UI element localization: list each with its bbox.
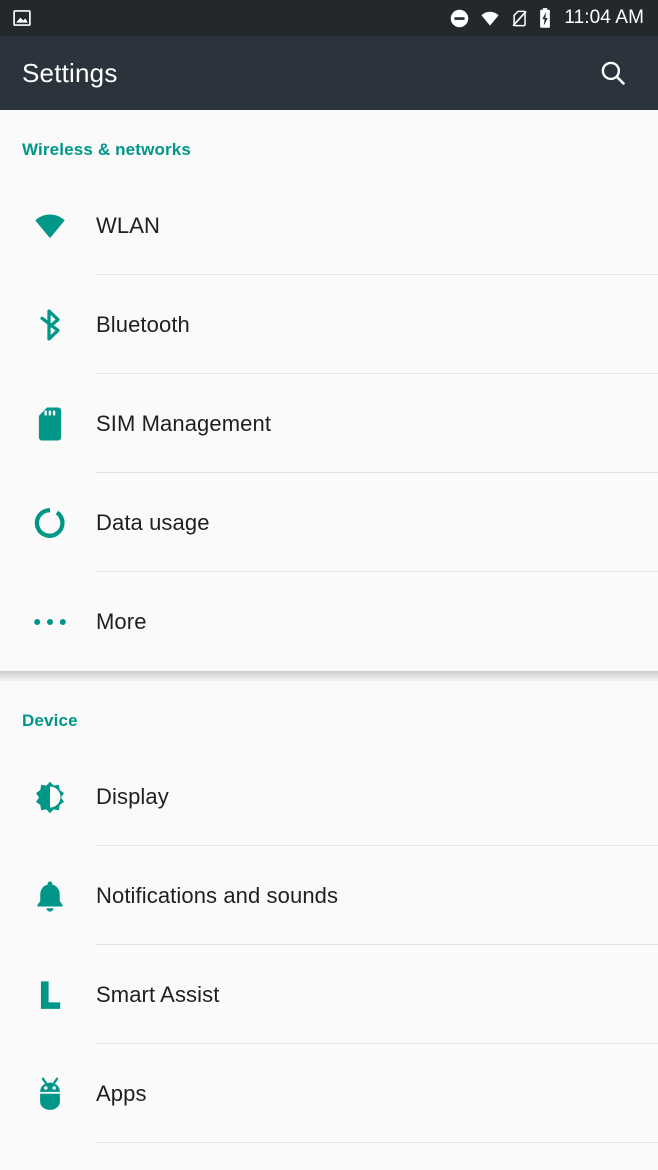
settings-item-notifications-and-sounds[interactable]: Notifications and sounds	[0, 846, 658, 945]
settings-item-bluetooth[interactable]: Bluetooth	[0, 275, 658, 374]
search-button[interactable]	[590, 50, 636, 96]
status-bar-clock: 11:04 AM	[564, 7, 644, 28]
settings-item-label: Data usage	[96, 509, 210, 535]
settings-item-label: Bluetooth	[96, 311, 190, 337]
group-separator	[0, 671, 658, 681]
settings-item-label: More	[96, 608, 147, 634]
settings-item-data-usage[interactable]: Data usage	[0, 473, 658, 572]
settings-list[interactable]: Wireless & networks WLAN Bluetooth SIM M…	[0, 110, 658, 1170]
settings-item-label: Apps	[96, 1080, 147, 1106]
do-not-disturb-icon	[449, 8, 470, 29]
smart-assist-icon	[0, 978, 96, 1012]
settings-item-display[interactable]: Display	[0, 747, 658, 846]
more-horizontal-icon	[0, 616, 96, 628]
settings-item-label: Display	[96, 783, 169, 809]
status-bar-notification-icons	[12, 8, 32, 28]
brightness-icon	[0, 779, 96, 815]
bluetooth-icon	[0, 307, 96, 343]
settings-item-label: Smart Assist	[96, 981, 220, 1007]
screenshot-image-icon	[12, 8, 32, 28]
settings-item-sim-management[interactable]: SIM Management	[0, 374, 658, 473]
settings-group-wireless-and-networks: Wireless & networks WLAN Bluetooth SIM M…	[0, 110, 658, 681]
battery-charging-icon	[538, 7, 552, 29]
status-bar-system-icons: 11:04 AM	[449, 7, 644, 29]
app-bar-actions	[590, 50, 636, 96]
settings-item-label: WLAN	[96, 212, 160, 238]
app-bar: Settings	[0, 36, 658, 110]
settings-group-device: Device Display Notifications and sounds …	[0, 681, 658, 1143]
wifi-icon	[479, 8, 501, 29]
sim-card-icon	[0, 406, 96, 442]
settings-screen: 11:04 AM Settings Wireless & networks WL…	[0, 0, 658, 1170]
settings-item-apps[interactable]: Apps	[0, 1044, 658, 1143]
settings-item-label: Notifications and sounds	[96, 882, 339, 908]
wifi-icon	[0, 209, 96, 243]
data-usage-icon	[0, 506, 96, 540]
page-title: Settings	[22, 57, 118, 88]
group-header-device: Device	[22, 711, 78, 730]
status-bar: 11:04 AM	[0, 0, 658, 36]
settings-item-label: SIM Management	[96, 410, 272, 436]
search-icon	[598, 58, 628, 88]
bell-icon	[0, 878, 96, 914]
settings-item-more[interactable]: More	[0, 572, 658, 671]
settings-item-smart-assist[interactable]: Smart Assist	[0, 945, 658, 1044]
row-divider	[96, 1142, 658, 1143]
group-header-wireless-and-networks: Wireless & networks	[22, 140, 191, 159]
android-robot-icon	[0, 1076, 96, 1112]
settings-item-wlan[interactable]: WLAN	[0, 176, 658, 275]
no-sim-card-icon	[510, 8, 529, 29]
